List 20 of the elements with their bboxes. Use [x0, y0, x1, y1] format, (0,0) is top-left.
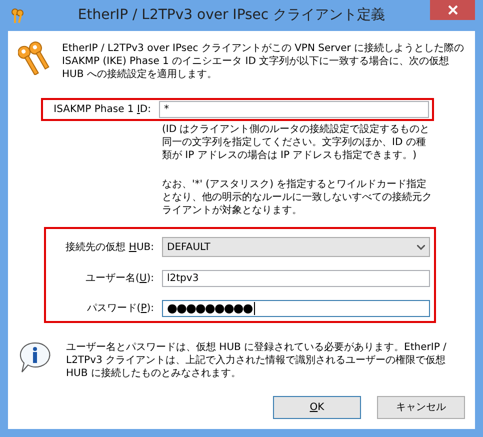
id-field[interactable]: *: [159, 101, 429, 118]
close-icon: [448, 5, 458, 15]
note-text: (ID はクライアント側のルータの接続設定で設定するものと同一の文字列を指定してください。文字列のほか、ID の種類が IP アドレスの場合は IP アドレスも指定できます。): [162, 123, 431, 162]
intro-text: EtherIP / L2TPv3 over IPsec クライアントがこの VPN Server に接続しようとした際の ISAKMP (IKE) Phase 1 のイニシエータ ID 文字列が以下に一致する場合に、次の仮想 HUB への接続設定を適用します。: [62, 42, 465, 81]
password-field[interactable]: ●●●●●●●●●: [162, 300, 430, 317]
username-field[interactable]: l2tpv3: [162, 270, 430, 287]
field-label: パスワード(P):: [86, 302, 154, 315]
note-text: なお、'*' (アスタリスク) を指定するとワイルドカード指定となり、他の明示的なルールに一致しないすべての接続元クライアントが対象となります。: [162, 178, 433, 217]
hub-dropdown[interactable]: DEFAULT: [162, 237, 430, 257]
caret-icon: [417, 244, 425, 250]
keys-icon: [10, 8, 26, 24]
field-label: ISAKMP Phase 1 ID:: [52, 103, 151, 116]
info-icon: [18, 341, 52, 375]
ok-button[interactable]: OK: [273, 396, 361, 419]
cancel-button[interactable]: キャンセル: [377, 396, 465, 419]
close-button[interactable]: [430, 0, 475, 20]
window-title: EtherIP / L2TPv3 over IPsec クライアント定義: [78, 7, 386, 23]
info-text: ユーザー名とパスワードは、仮想 HUB に登録されている必要があります。EtherIP / L2TPv3 クライアントは、上記で入力された情報で識別されるユーザーの権限で仮想 HUB に接続したものとみなされます。: [66, 340, 448, 380]
field-label: ユーザー名(U):: [84, 272, 154, 285]
field-label: 接続先の仮想 HUB:: [64, 240, 154, 254]
